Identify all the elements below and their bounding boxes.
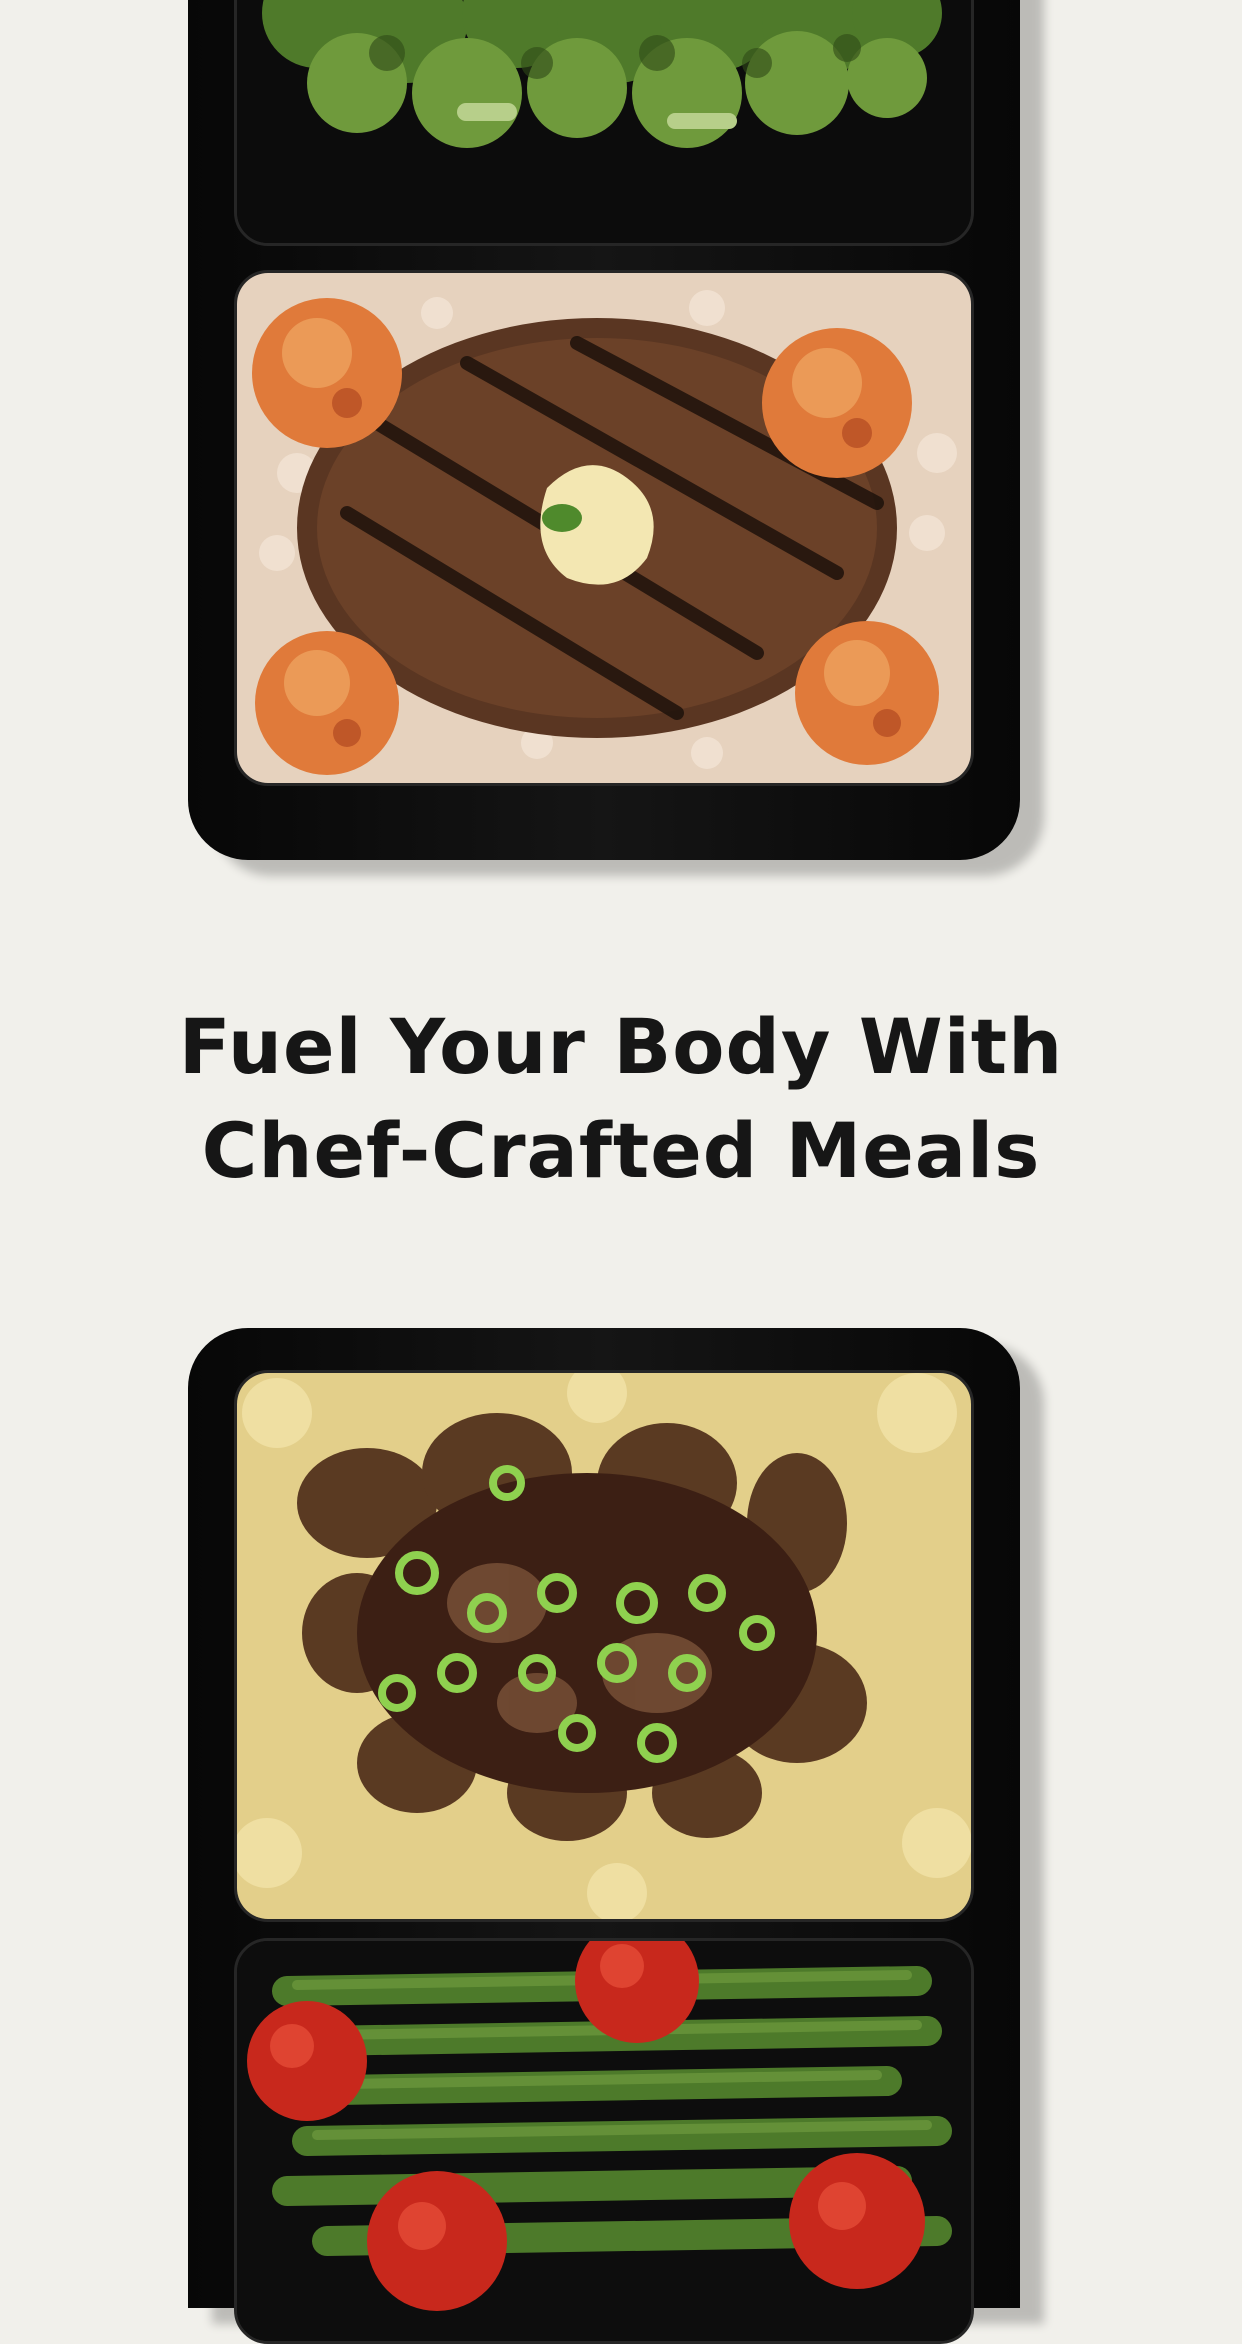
- broccoli-image: [237, 0, 971, 243]
- hero-title-line-2: Chef-Crafted Meals: [201, 1106, 1041, 1195]
- meal-tray-bottom: [188, 1328, 1020, 2344]
- mushroom-compartment: [234, 1370, 974, 1922]
- hero-title: Fuel Your Body With Chef-Crafted Meals: [0, 995, 1242, 1203]
- meal-tray-top: [188, 0, 1020, 860]
- green-beans-image: [237, 1941, 971, 2341]
- steak-compartment: [234, 270, 974, 786]
- hero-title-line-1: Fuel Your Body With: [178, 1002, 1064, 1091]
- green-beans-compartment: [234, 1938, 974, 2344]
- mushroom-potato-image: [237, 1373, 971, 1919]
- broccoli-compartment: [234, 0, 974, 246]
- steak-shrimp-image: [237, 273, 971, 783]
